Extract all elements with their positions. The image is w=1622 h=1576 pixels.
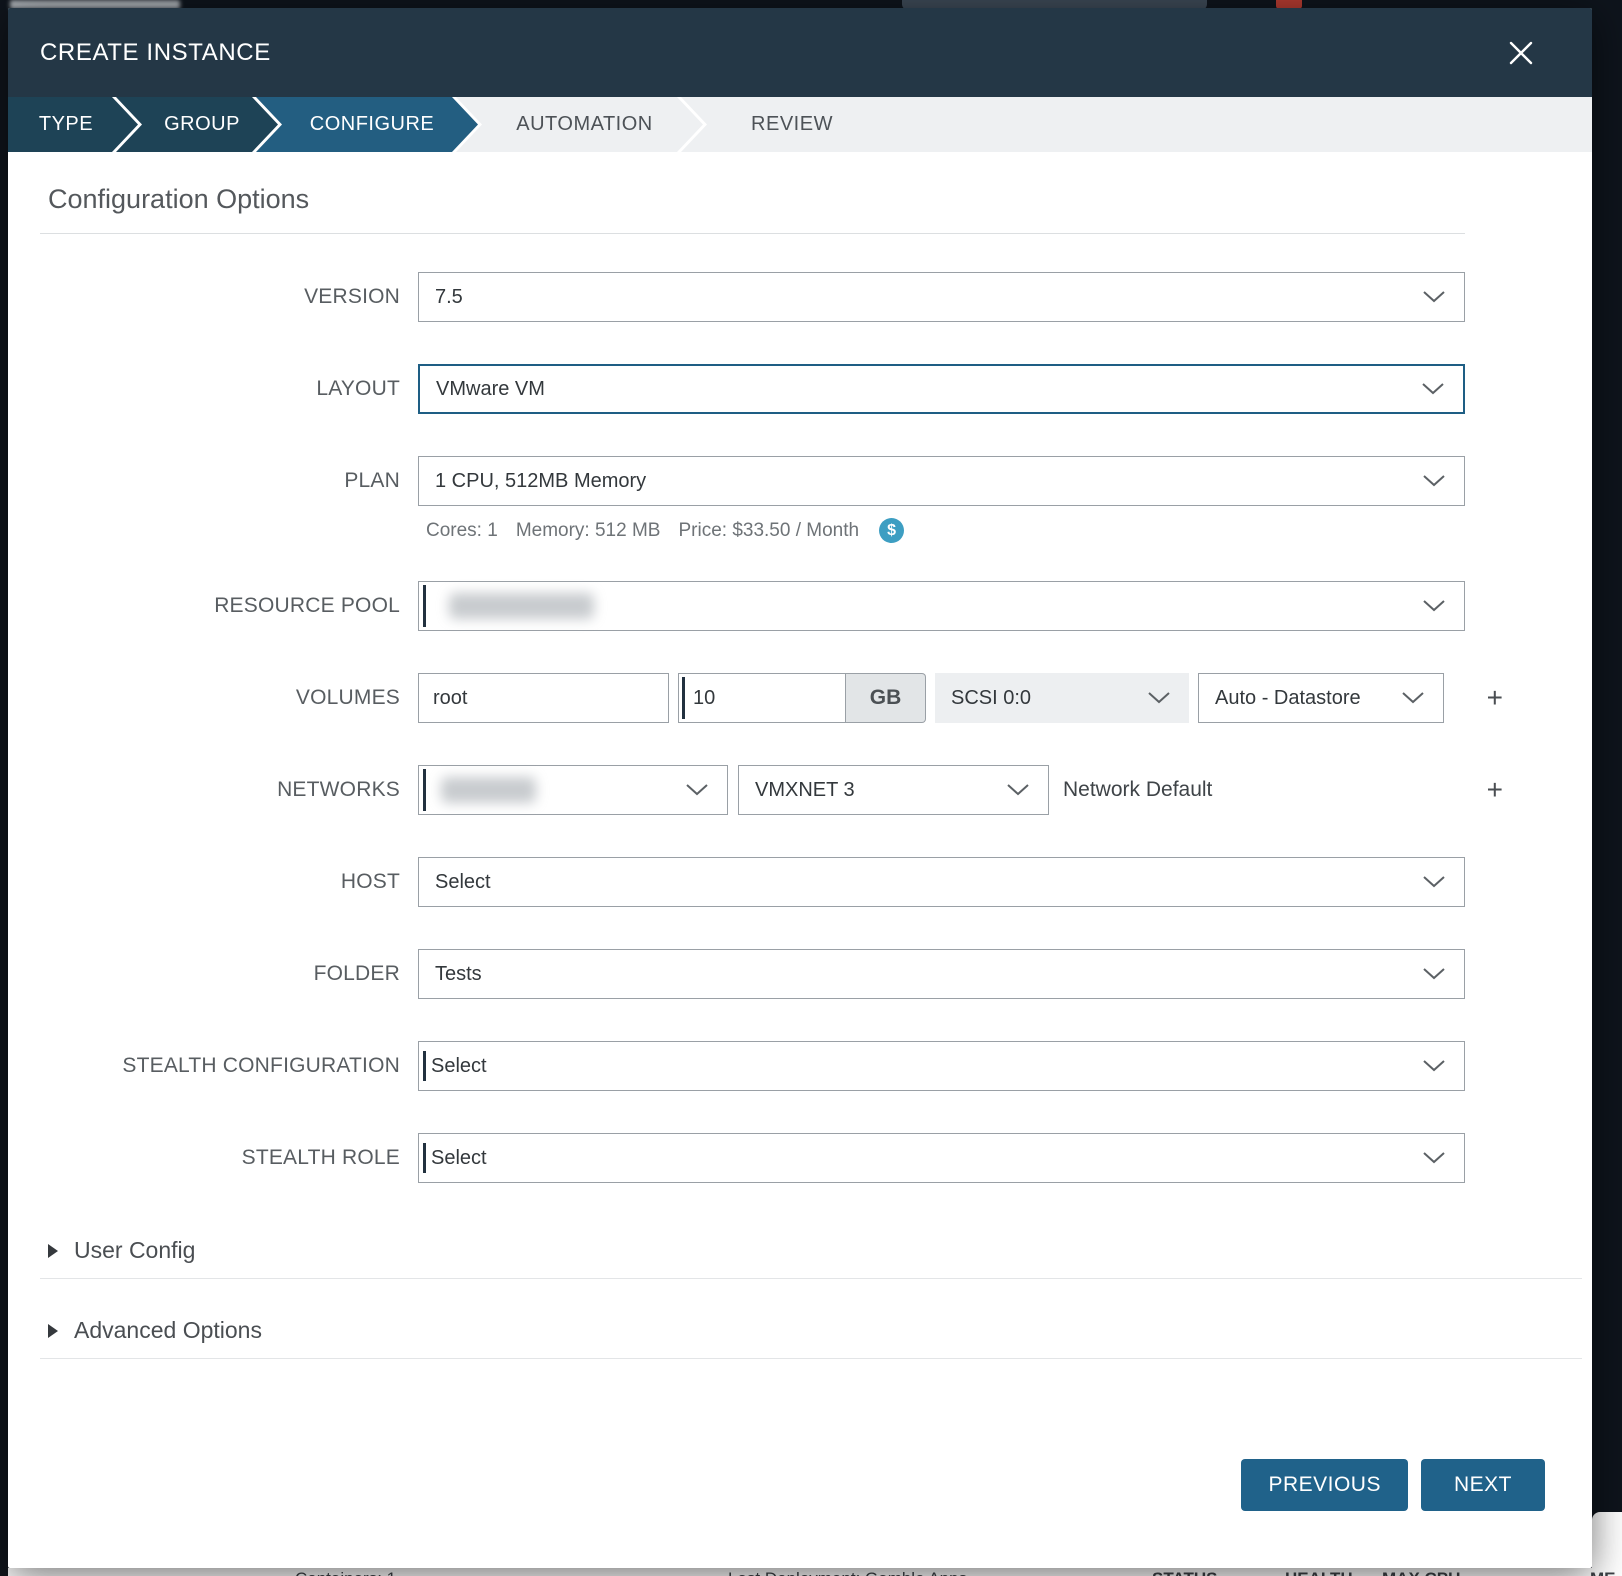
text-caret [682, 677, 685, 719]
wizard-steps: TYPE GROUP CONFIGURE AUTOMATION REVIEW [8, 97, 1592, 152]
resource-pool-select[interactable] [418, 581, 1465, 631]
background-deployment-text: Last Deployment: Gamble Apps [728, 1569, 967, 1576]
redacted-resource-pool-value [449, 593, 594, 619]
folder-select[interactable]: Tests [418, 949, 1465, 999]
field-row-version: VERSION 7.5 [40, 272, 1465, 322]
create-instance-modal: CREATE INSTANCE TYPE GROUP CONFIGURE AUT… [8, 8, 1592, 1568]
chevron-down-icon [1410, 967, 1446, 981]
chevron-down-icon [1410, 1151, 1446, 1165]
modal-header: CREATE INSTANCE [8, 8, 1592, 97]
resource-pool-label: RESOURCE POOL [40, 594, 400, 618]
wizard-step-automation[interactable]: AUTOMATION [456, 97, 703, 152]
field-row-resource-pool: RESOURCE POOL [40, 581, 1465, 631]
plan-helper-row: Cores: 1 Memory: 512 MB Price: $33.50 / … [40, 518, 1465, 543]
plan-price-text: Price: $33.50 / Month [678, 520, 859, 542]
wizard-step-configure[interactable]: CONFIGURE [256, 97, 478, 152]
stealth-role-label: STEALTH ROLE [40, 1146, 400, 1170]
chevron-down-icon [1410, 1059, 1446, 1073]
background-memory-header: ME [1590, 1569, 1616, 1576]
advanced-options-section-toggle[interactable]: Advanced Options [40, 1305, 1582, 1359]
text-caret [423, 1051, 426, 1081]
version-select[interactable]: 7.5 [418, 272, 1465, 322]
volumes-label: VOLUMES [40, 686, 400, 710]
modal-title: CREATE INSTANCE [40, 39, 271, 67]
field-row-layout: LAYOUT VMware VM [40, 364, 1465, 414]
plan-memory-text: Memory: 512 MB [516, 520, 661, 542]
modal-footer: PREVIOUS NEXT [8, 1459, 1592, 1511]
chevron-down-icon [673, 783, 709, 797]
field-row-folder: FOLDER Tests [40, 949, 1465, 999]
collapsible-sections: User Config Advanced Options [8, 1225, 1592, 1359]
plan-select[interactable]: 1 CPU, 512MB Memory [418, 456, 1465, 506]
add-network-button[interactable]: + [1487, 776, 1503, 804]
user-config-section-toggle[interactable]: User Config [40, 1225, 1582, 1279]
host-select[interactable]: Select [418, 857, 1465, 907]
chevron-down-icon [1410, 290, 1446, 304]
wizard-steps-filler [881, 97, 1592, 152]
stealth-configuration-select[interactable]: Select [418, 1041, 1465, 1091]
layout-select[interactable]: VMware VM [418, 364, 1465, 414]
chevron-down-icon [1410, 474, 1446, 488]
chevron-down-icon [1409, 382, 1445, 396]
host-label: HOST [40, 870, 400, 894]
chevron-down-icon [994, 783, 1030, 797]
field-row-stealth-configuration: STEALTH CONFIGURATION Select [40, 1041, 1465, 1091]
wizard-step-type[interactable]: TYPE [8, 97, 138, 152]
stealth-role-select[interactable]: Select [418, 1133, 1465, 1183]
next-button[interactable]: NEXT [1421, 1459, 1545, 1511]
triangle-right-icon [48, 1324, 58, 1338]
wizard-step-group[interactable]: GROUP [116, 97, 278, 152]
close-icon[interactable] [1506, 38, 1536, 68]
background-status-header: STATUS [1152, 1569, 1217, 1576]
configure-form: Configuration Options VERSION 7.5 LAYOUT… [8, 152, 1592, 1183]
background-containers-text: Containers: 1 [295, 1569, 396, 1576]
plan-cores-text: Cores: 1 [426, 520, 498, 542]
background-right-strip [1592, 0, 1622, 1512]
volume-name-input[interactable] [418, 673, 669, 723]
field-row-stealth-role: STEALTH ROLE Select [40, 1133, 1465, 1183]
volume-unit-addon: GB [846, 673, 926, 723]
folder-label: FOLDER [40, 962, 400, 986]
page-title: Configuration Options [40, 152, 1465, 234]
field-row-plan: PLAN 1 CPU, 512MB Memory [40, 456, 1465, 506]
text-caret [423, 585, 426, 627]
networks-label: NETWORKS [40, 778, 400, 802]
volume-size-input[interactable] [678, 673, 846, 723]
field-row-networks: NETWORKS VMXNET 3 Network Default + [40, 765, 1465, 815]
volume-controller-select[interactable]: SCSI 0:0 [935, 673, 1189, 723]
version-label: VERSION [40, 285, 400, 309]
price-dollar-icon: $ [879, 518, 904, 543]
chevron-down-icon [1410, 599, 1446, 613]
layout-label: LAYOUT [40, 377, 400, 401]
previous-button[interactable]: PREVIOUS [1241, 1459, 1408, 1511]
network-interface-select[interactable]: VMXNET 3 [738, 765, 1049, 815]
background-maxcpu-header: MAX CPU [1382, 1569, 1460, 1576]
volume-datastore-select[interactable]: Auto - Datastore [1198, 673, 1444, 723]
network-default-text: Network Default [1063, 778, 1212, 802]
redacted-network-value [441, 777, 536, 803]
field-row-volumes: VOLUMES GB SCSI 0:0 Auto - [40, 673, 1465, 723]
text-caret [423, 1143, 426, 1173]
triangle-right-icon [48, 1244, 58, 1258]
stealth-configuration-label: STEALTH CONFIGURATION [40, 1054, 400, 1078]
background-panel-corner [1592, 1512, 1622, 1576]
background-health-header: HEALTH [1285, 1569, 1353, 1576]
plan-label: PLAN [40, 469, 400, 493]
chevron-down-icon [1135, 691, 1171, 705]
chevron-down-icon [1389, 691, 1425, 705]
background-table-row: Containers: 1 Last Deployment: Gamble Ap… [8, 1568, 1622, 1576]
chevron-down-icon [1410, 875, 1446, 889]
field-row-host: HOST Select [40, 857, 1465, 907]
text-caret [423, 769, 426, 811]
network-select[interactable] [418, 765, 728, 815]
add-volume-button[interactable]: + [1487, 684, 1503, 712]
wizard-step-review[interactable]: REVIEW [681, 97, 881, 152]
